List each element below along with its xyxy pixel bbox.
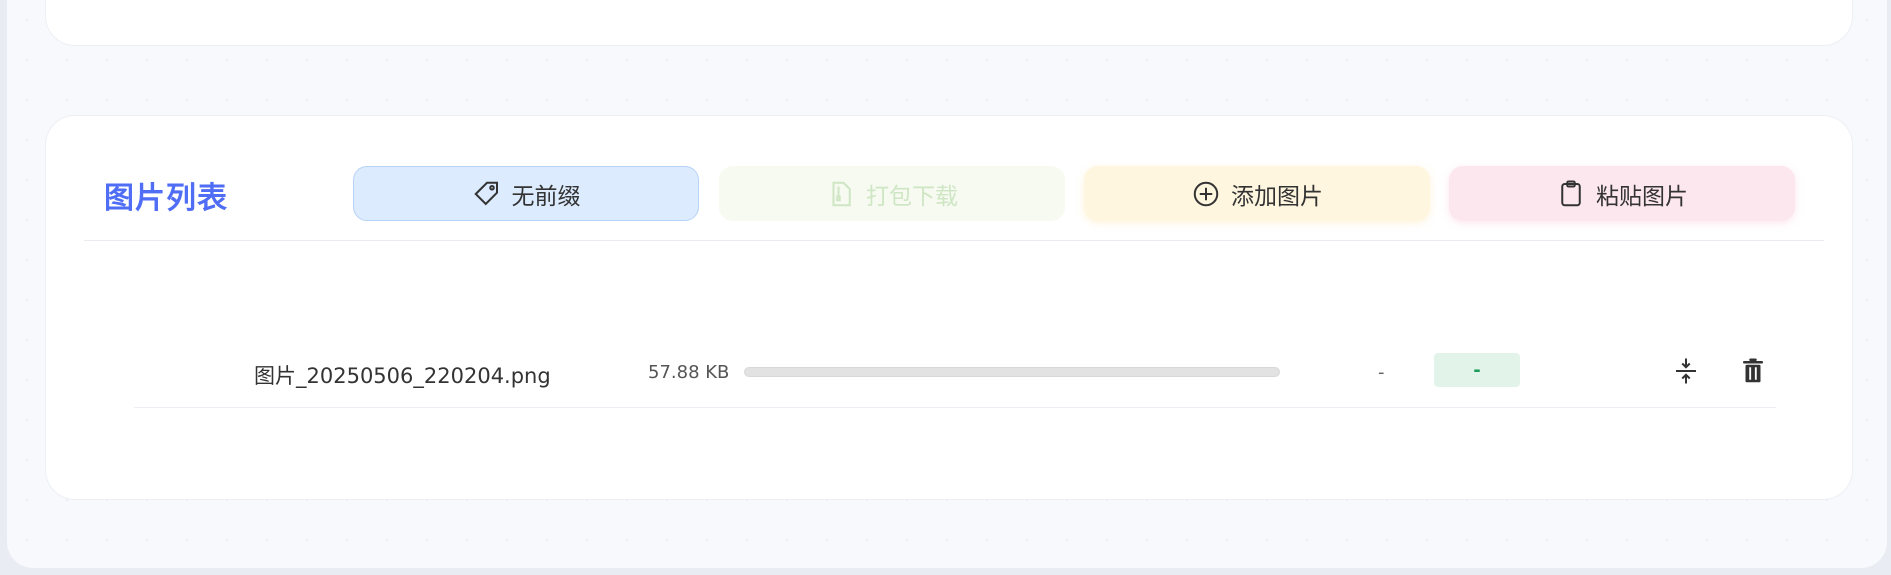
add-image-button[interactable]: 添加图片 <box>1084 166 1430 221</box>
file-row: 图片_20250506_220204.png 57.88 KB - - <box>134 336 1776 408</box>
zip-download-button[interactable]: 打包下载 <box>719 166 1065 221</box>
plus-circle-icon <box>1193 181 1219 206</box>
compressed-size: - <box>1378 362 1385 383</box>
header-divider <box>84 240 1824 241</box>
compression-progress-bar <box>744 367 1280 377</box>
compression-ratio-badge: - <box>1434 353 1520 387</box>
paste-image-button[interactable]: 粘贴图片 <box>1449 166 1795 221</box>
tag-icon <box>473 181 498 205</box>
image-list-title: 图片列表 <box>104 181 228 216</box>
clipboard-icon <box>1561 180 1581 206</box>
trash-icon[interactable] <box>1738 356 1768 386</box>
file-name: 图片_20250506_220204.png <box>254 364 551 388</box>
app-background: 图片列表 无前缀 打包下载 添加图片 粘贴图片 图片_20250506_2202… <box>7 0 1887 568</box>
no-prefix-button[interactable]: 无前缀 <box>353 166 699 221</box>
compress-icon[interactable] <box>1671 356 1701 386</box>
file-size: 57.88 KB <box>648 362 730 383</box>
top-card <box>45 0 1853 46</box>
image-list-card: 图片列表 无前缀 打包下载 添加图片 粘贴图片 图片_20250506_2202… <box>45 115 1853 500</box>
zip-file-icon <box>832 181 851 206</box>
